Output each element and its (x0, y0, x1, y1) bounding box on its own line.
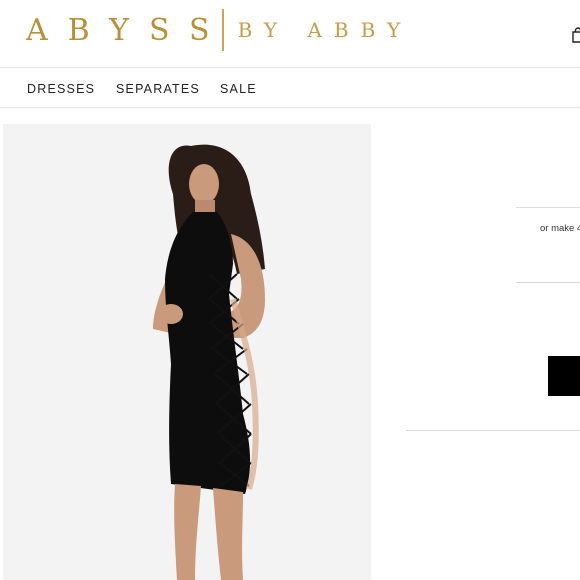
nav-item-separates[interactable]: SEPARATES (116, 82, 200, 96)
brand-logo[interactable]: ABYSS BY ABBY (26, 8, 412, 52)
details-divider (406, 430, 580, 431)
product-image[interactable] (3, 124, 371, 580)
main-nav: DRESSES SEPARATES SALE (0, 68, 580, 108)
site-header: ABYSS BY ABBY (0, 0, 580, 68)
nav-divider (0, 107, 580, 108)
shopping-bag-icon[interactable] (571, 27, 580, 43)
logo-divider (221, 9, 224, 51)
nav-item-sale[interactable]: SALE (220, 82, 257, 96)
product-photo (3, 124, 371, 580)
afterpay-text: or make 4 (540, 223, 580, 234)
payment-divider (516, 282, 580, 283)
logo-main-text: ABYSS (26, 12, 230, 48)
price-divider (516, 207, 580, 208)
nav-item-dresses[interactable]: DRESSES (27, 82, 95, 96)
logo-sub-text: BY ABBY (237, 18, 413, 42)
add-to-cart-button[interactable] (548, 356, 580, 396)
